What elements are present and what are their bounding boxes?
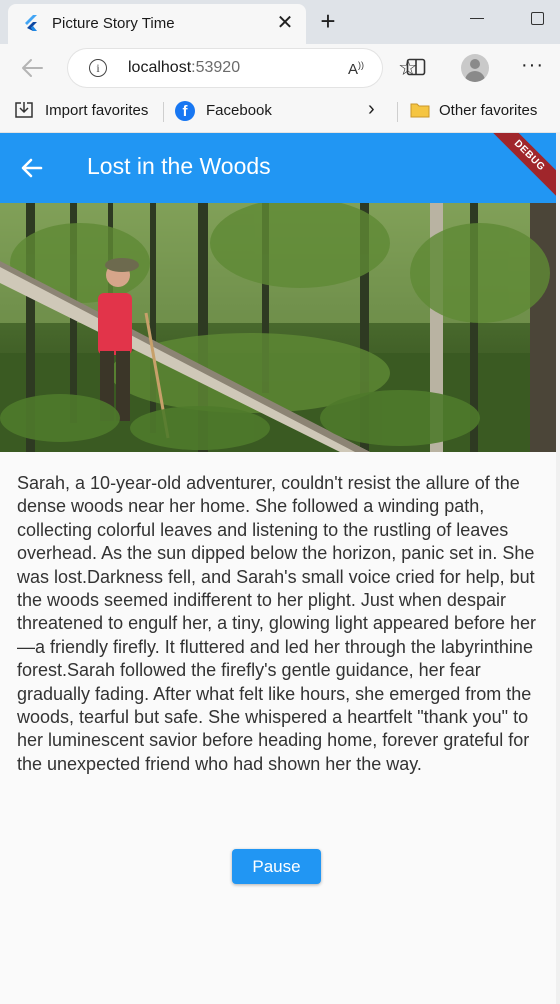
browser-titlebar: Picture Story Time ✕ + xyxy=(0,0,560,44)
favorites-divider xyxy=(397,102,398,122)
chevron-right-icon[interactable]: › xyxy=(368,98,375,121)
favorite-label: Facebook xyxy=(206,102,272,119)
favorite-label: Import favorites xyxy=(45,102,149,119)
browser-toolbar: i localhost:53920 A)) ☆ ··· xyxy=(0,44,560,92)
profile-avatar-icon[interactable] xyxy=(461,54,489,82)
back-arrow-icon[interactable] xyxy=(20,156,44,180)
minimize-icon[interactable] xyxy=(470,18,484,19)
import-icon xyxy=(15,102,33,118)
debug-banner: DEBUG xyxy=(483,133,556,202)
favorite-label: Other favorites xyxy=(439,102,538,119)
story-image xyxy=(0,203,556,452)
facebook-icon: f xyxy=(175,101,195,121)
info-icon[interactable]: i xyxy=(89,59,107,77)
split-screen-icon[interactable] xyxy=(406,58,426,76)
folder-icon xyxy=(410,103,430,118)
tab-title: Picture Story Time xyxy=(52,15,175,32)
app-bar: Lost in the Woods DEBUG xyxy=(0,133,556,203)
address-bar[interactable]: i localhost:53920 A)) ☆ xyxy=(68,49,418,87)
pause-button[interactable]: Pause xyxy=(232,849,321,884)
read-aloud-icon[interactable]: A)) xyxy=(348,60,364,78)
back-arrow-icon[interactable] xyxy=(18,56,46,80)
browser-tab[interactable]: Picture Story Time ✕ xyxy=(8,4,306,44)
scrollbar[interactable] xyxy=(556,132,560,1004)
url-text[interactable]: localhost:53920 xyxy=(128,59,240,77)
close-tab-icon[interactable]: ✕ xyxy=(274,12,296,34)
new-tab-icon[interactable]: + xyxy=(316,8,340,34)
maximize-icon[interactable] xyxy=(531,12,544,25)
page-title: Lost in the Woods xyxy=(87,153,271,179)
favorites-bar: Import favorites f Facebook › Other favo… xyxy=(0,92,560,133)
story-text: Sarah, a 10-year-old adventurer, couldn'… xyxy=(17,473,537,774)
favorites-divider xyxy=(163,102,164,122)
more-menu-icon[interactable]: ··· xyxy=(521,54,544,77)
flutter-icon xyxy=(25,15,37,31)
